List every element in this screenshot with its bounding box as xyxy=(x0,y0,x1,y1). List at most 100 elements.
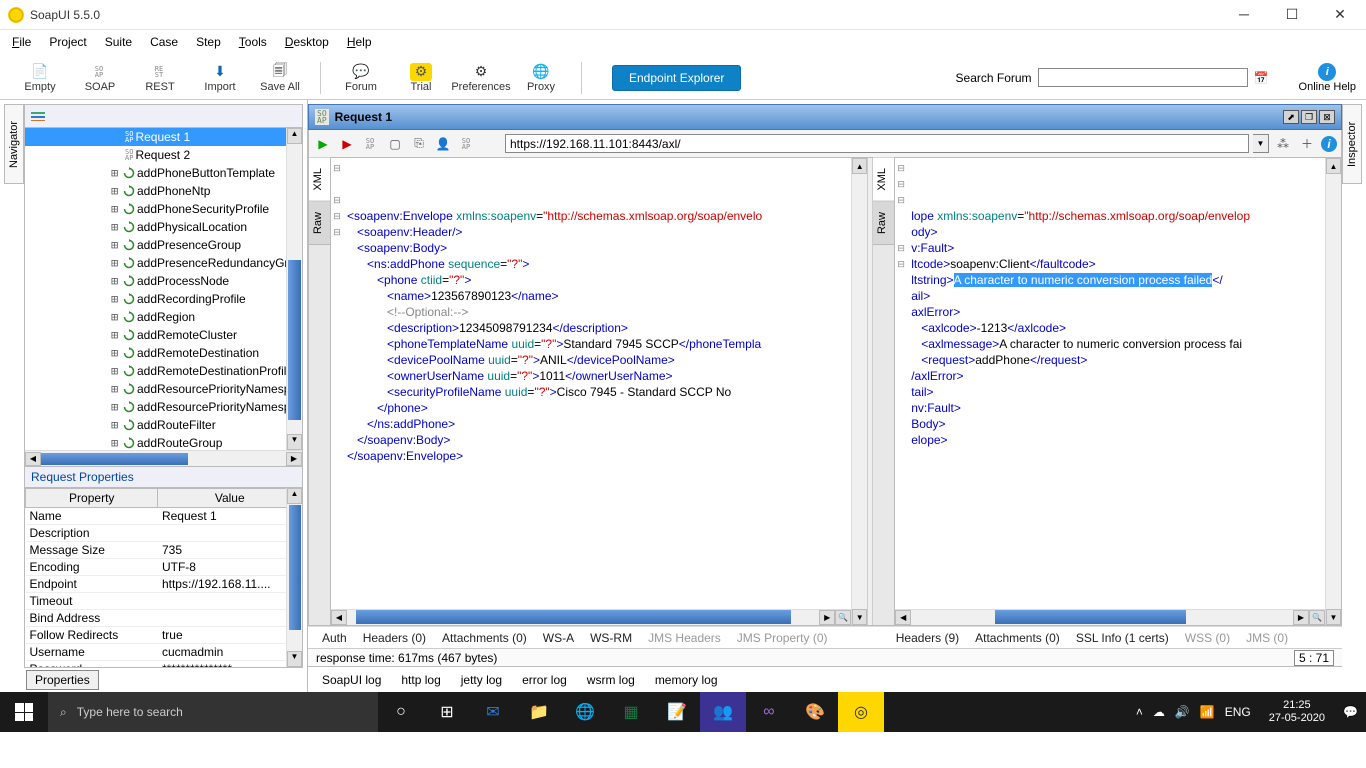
tree-operation-item[interactable]: ⊞addRemoteDestinationProfile xyxy=(25,362,302,380)
notes-icon[interactable]: 📝 xyxy=(654,692,700,732)
request-hscroll[interactable]: ◀▶🔍 xyxy=(331,609,851,625)
calendar-icon[interactable]: 📅 xyxy=(1254,71,1269,85)
log-tab[interactable]: memory log xyxy=(655,673,718,687)
menu-case[interactable]: Case xyxy=(150,35,178,49)
editor-window-pop-icon[interactable]: ⬈ xyxy=(1283,110,1299,124)
request-bottom-tab[interactable]: WS-A xyxy=(543,631,574,645)
search-forum-input[interactable] xyxy=(1038,68,1248,87)
toolbar-proxy[interactable]: 🌐Proxy xyxy=(511,55,571,101)
menu-project[interactable]: Project xyxy=(49,35,86,49)
editor-window-restore-icon[interactable]: ❐ xyxy=(1301,110,1317,124)
tree-operation-item[interactable]: ⊞addPresenceRedundancyGro xyxy=(25,254,302,272)
taskbar-search[interactable]: ⌕ Type here to search xyxy=(48,692,378,732)
editor-window-close-icon[interactable]: ⊠ xyxy=(1319,110,1335,124)
tree-operation-item[interactable]: ⊞addPresenceGroup xyxy=(25,236,302,254)
response-xml-tab[interactable]: XML xyxy=(873,158,894,202)
explorer-icon[interactable]: 📁 xyxy=(516,692,562,732)
response-bottom-tab[interactable]: Headers (9) xyxy=(896,631,959,645)
tree-operation-item[interactable]: ⊞addPhoneNtp xyxy=(25,182,302,200)
toolbar-preferences[interactable]: ⚙Preferences xyxy=(451,55,511,101)
menu-tools[interactable]: Tools xyxy=(239,35,267,49)
soapui-taskbar-icon[interactable]: ◎ xyxy=(838,692,884,732)
response-vscroll[interactable]: ▲▼ xyxy=(1325,158,1341,625)
tray-notifications-icon[interactable]: 💬 xyxy=(1343,705,1358,719)
tree-operation-item[interactable]: ⊞addResourcePriorityNamespa xyxy=(25,398,302,416)
log-tab[interactable]: error log xyxy=(522,673,567,687)
soap-small-icon[interactable]: SOAP xyxy=(457,134,477,154)
tray-chevron-icon[interactable]: ˄ xyxy=(1136,705,1143,719)
navigator-tree[interactable]: SOAP Request 1SOAP Request 2⊞addPhoneBut… xyxy=(24,128,303,467)
tree-request-item[interactable]: SOAP Request 1 xyxy=(25,128,302,146)
response-bottom-tab[interactable]: SSL Info (1 certs) xyxy=(1076,631,1169,645)
teams-icon[interactable]: 👥 xyxy=(700,692,746,732)
property-row[interactable]: Follow Redirectstrue xyxy=(26,627,302,644)
request-bottom-tab[interactable]: JMS Property (0) xyxy=(737,631,828,645)
assertion-icon[interactable]: SOAP xyxy=(361,134,381,154)
chrome-icon[interactable]: 🌐 xyxy=(562,692,608,732)
box-icon[interactable]: ▢ xyxy=(385,134,405,154)
property-row[interactable]: Usernamecucmadmin xyxy=(26,644,302,661)
toolbar-soap[interactable]: SOAPSOAP xyxy=(70,55,130,101)
cortana-icon[interactable]: ○ xyxy=(378,692,424,732)
list-icon[interactable] xyxy=(31,111,45,121)
tree-operation-item[interactable]: ⊞addPhoneSecurityProfile xyxy=(25,200,302,218)
window-maximize-button[interactable]: ☐ xyxy=(1278,6,1306,23)
mock-icon[interactable]: ⎘ xyxy=(409,134,429,154)
property-row[interactable]: Endpointhttps://192.168.11.... xyxy=(26,576,302,593)
request-bottom-tab[interactable]: Auth xyxy=(322,631,347,645)
response-xml-viewer[interactable]: ⊟⊟⊟⊟⊟ lope xmlns:soapenv="http://schemas… xyxy=(895,158,1325,625)
endpoint-explorer-button[interactable]: Endpoint Explorer xyxy=(612,65,741,91)
response-raw-tab[interactable]: Raw xyxy=(873,202,894,245)
log-tab[interactable]: SoapUI log xyxy=(322,673,381,687)
window-close-button[interactable]: ✕ xyxy=(1326,6,1354,23)
log-tab[interactable]: jetty log xyxy=(461,673,502,687)
properties-tab[interactable]: Properties xyxy=(26,670,99,690)
paint-icon[interactable]: 🎨 xyxy=(792,692,838,732)
response-bottom-tab[interactable]: WSS (0) xyxy=(1185,631,1230,645)
request-xml-editor[interactable]: ⊟⊟⊟⊟ <soapenv:Envelope xmlns:soapenv="ht… xyxy=(331,158,851,625)
response-hscroll[interactable]: ◀▶🔍 xyxy=(895,609,1325,625)
property-row[interactable]: Message Size735 xyxy=(26,542,302,559)
tree-operation-item[interactable]: ⊞addRecordingProfile xyxy=(25,290,302,308)
tray-volume-icon[interactable]: 🔊 xyxy=(1175,705,1190,719)
online-help-button[interactable]: i Online Help xyxy=(1299,63,1356,93)
tree-operation-item[interactable]: ⊞addResourcePriorityNamespa xyxy=(25,380,302,398)
toolbar-trial[interactable]: ⚙Trial xyxy=(391,55,451,101)
tray-language[interactable]: ENG xyxy=(1225,705,1251,719)
toolbar-import[interactable]: ⬇Import xyxy=(190,55,250,101)
props-vscroll[interactable]: ▲ ▼ xyxy=(286,488,302,667)
property-row[interactable]: EncodingUTF-8 xyxy=(26,559,302,576)
navigator-side-tab[interactable]: Navigator xyxy=(4,104,24,184)
log-tab[interactable]: http log xyxy=(401,673,440,687)
tray-wifi-icon[interactable]: 📶 xyxy=(1200,705,1215,719)
nav-vscroll[interactable]: ▲ ▼ xyxy=(286,128,302,450)
tree-operation-item[interactable]: ⊞addRouteFilter xyxy=(25,416,302,434)
tree-operation-item[interactable]: ⊞addRemoteDestination xyxy=(25,344,302,362)
request-bottom-tab[interactable]: Headers (0) xyxy=(363,631,426,645)
request-vscroll[interactable]: ▲▼ xyxy=(851,158,867,625)
toolbar-empty[interactable]: 📄Empty xyxy=(10,55,70,101)
menu-help[interactable]: Help xyxy=(347,35,372,49)
run-request-button[interactable]: ▶ xyxy=(313,134,333,154)
editor-tab-header[interactable]: SOAP Request 1 ⬈ ❐ ⊠ xyxy=(308,104,1342,130)
property-row[interactable]: Timeout xyxy=(26,593,302,610)
window-minimize-button[interactable]: ─ xyxy=(1230,6,1258,23)
tree-operation-item[interactable]: ⊞addPhysicalLocation xyxy=(25,218,302,236)
property-row[interactable]: Password*************** xyxy=(26,661,302,669)
outlook-icon[interactable]: ✉ xyxy=(470,692,516,732)
request-bottom-tab[interactable]: WS-RM xyxy=(590,631,632,645)
toolbar-rest[interactable]: RESTREST xyxy=(130,55,190,101)
request-bottom-tab[interactable]: JMS Headers xyxy=(648,631,721,645)
excel-icon[interactable]: ▦ xyxy=(608,692,654,732)
toolbar-forum[interactable]: 💬Forum xyxy=(331,55,391,101)
taskview-icon[interactable]: ⊞ xyxy=(424,692,470,732)
menu-step[interactable]: Step xyxy=(196,35,221,49)
taskbar-clock[interactable]: 21:2527-05-2020 xyxy=(1261,699,1333,725)
request-xml-tab[interactable]: XML xyxy=(309,158,330,202)
menu-file[interactable]: File xyxy=(12,35,31,49)
nav-hscroll[interactable]: ◀▶ xyxy=(25,450,302,466)
person-icon[interactable]: 👤 xyxy=(433,134,453,154)
toolbar-save-all[interactable]: 🗐Save All xyxy=(250,55,310,101)
add-icon[interactable]: ＋ xyxy=(1297,134,1317,154)
property-row[interactable]: Bind Address xyxy=(26,610,302,627)
